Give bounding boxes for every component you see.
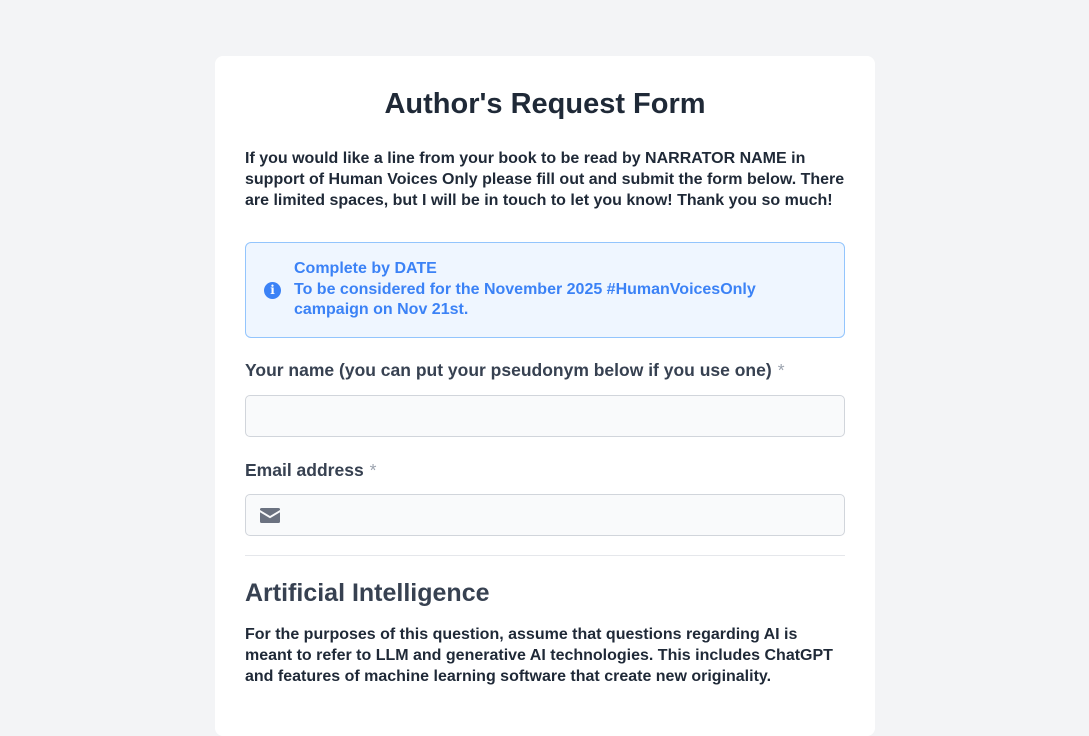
required-asterisk: * [777,360,785,380]
envelope-icon [260,507,280,523]
name-label-text: Your name (you can put your pseudonym be… [245,360,772,380]
email-label-text: Email address [245,460,364,480]
email-input[interactable] [245,494,845,536]
form-title: Author's Request Form [384,88,706,120]
section-divider [245,555,845,556]
required-asterisk: * [369,460,377,480]
callout-deadline: Complete by DATE [294,260,437,278]
info-icon: i [264,281,281,299]
name-field-label: Your name (you can put your pseudonym be… [245,359,845,381]
email-field-label: Email address * [245,459,845,481]
ai-section-description: For the purposes of this question, assum… [245,626,833,685]
callout-text: Complete by DATE To be considered for th… [294,259,826,321]
name-input[interactable] [245,395,845,437]
form-intro: If you would like a line from your book … [245,150,845,209]
ai-section-title: Artificial Intelligence [245,579,490,607]
form-card: Author's Request Form If you would like … [215,56,875,736]
callout-details: To be considered for the November 2025 #… [294,280,756,319]
info-callout: i Complete by DATE To be considered for … [245,242,845,338]
